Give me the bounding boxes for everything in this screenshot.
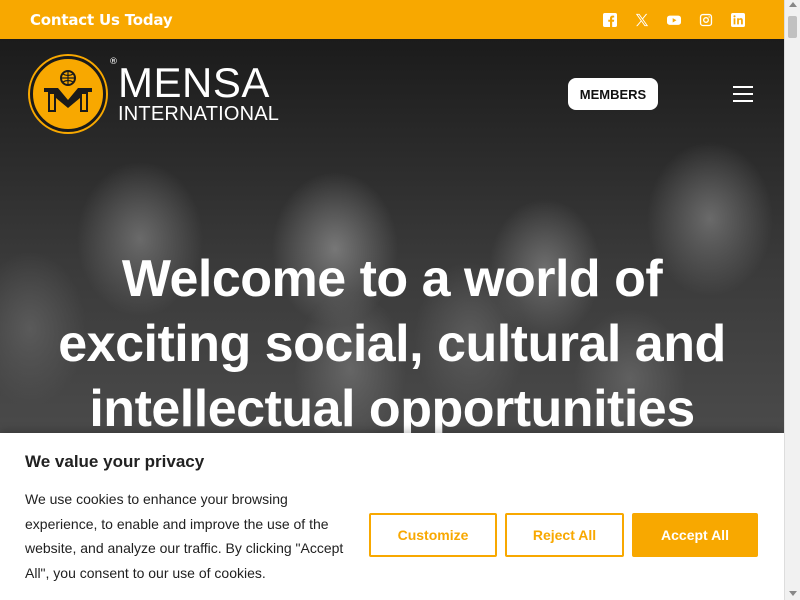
menu-icon[interactable] [733,86,753,102]
facebook-icon[interactable] [594,10,626,30]
accept-all-button[interactable]: Accept All [632,513,758,557]
scroll-down-icon[interactable] [789,591,797,596]
customize-button[interactable]: Customize [369,513,497,557]
contact-us-link[interactable]: Contact Us Today [30,11,173,29]
page-scrollbar[interactable] [784,0,800,600]
reject-all-button[interactable]: Reject All [505,513,624,557]
logo-wordmark: MENSA INTERNATIONAL [118,59,280,126]
instagram-icon[interactable] [690,10,722,30]
cookie-description: We use cookies to enhance your browsing … [25,491,344,581]
scroll-up-icon[interactable] [789,2,797,7]
mensa-logo[interactable]: ® MENSA INTERNATIONAL [30,56,279,132]
logo-line-international: INTERNATIONAL [118,103,280,125]
youtube-icon[interactable] [658,10,690,30]
linkedin-icon[interactable] [722,10,754,30]
cookie-consent-banner: We value your privacy We use cookies to … [0,433,784,600]
hero-headline: Welcome to a world of exciting social, c… [0,247,784,442]
social-links [594,10,754,30]
headline-line: exciting social, cultural and [58,315,726,373]
scrollbar-thumb[interactable] [788,16,797,38]
mensa-logo-mark: ® [30,56,118,132]
cookie-title: We value your privacy [25,452,205,471]
x-twitter-icon[interactable] [626,10,658,30]
top-bar: Contact Us Today [0,0,784,39]
registered-mark: ® [109,57,118,67]
logo-line-mensa: MENSA [118,59,270,106]
members-button[interactable]: MEMBERS [568,78,658,110]
headline-line: Welcome to a world of [121,250,663,308]
